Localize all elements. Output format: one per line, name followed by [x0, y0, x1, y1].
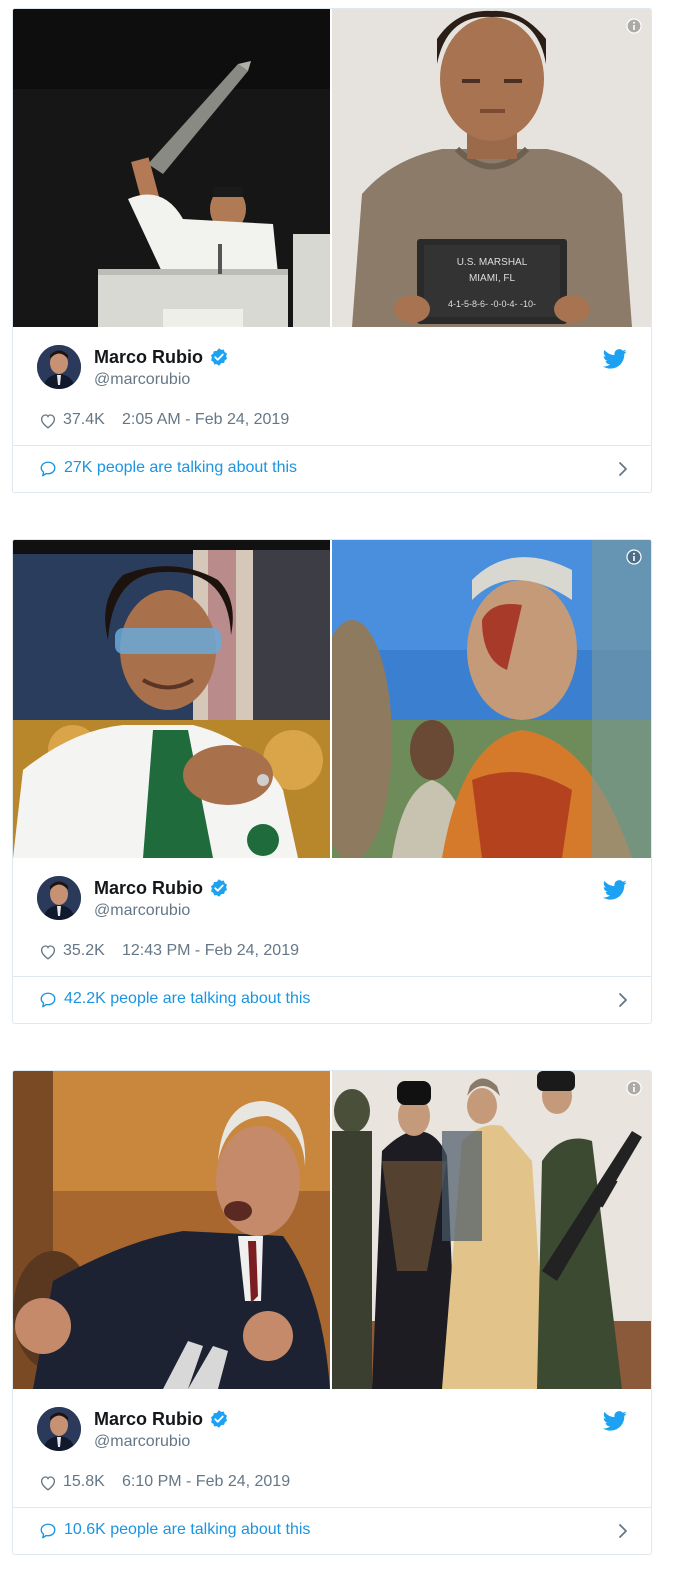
- photo-arrest-scene[interactable]: [332, 1071, 651, 1389]
- divider: [13, 976, 651, 977]
- speech-bubble-icon: [40, 992, 56, 1008]
- mugshot-sign-line1: U.S. MARSHAL: [457, 257, 528, 268]
- chevron-right-icon[interactable]: [617, 461, 629, 477]
- verified-badge-icon: [211, 1410, 228, 1428]
- avatar[interactable]: [37, 1407, 81, 1451]
- twitter-bird-icon[interactable]: [603, 880, 627, 900]
- divider: [13, 1507, 651, 1508]
- photo-crowd-scene[interactable]: [332, 540, 651, 858]
- verified-badge-icon: [211, 348, 228, 366]
- like-count[interactable]: 15.8K: [63, 1473, 105, 1491]
- speech-bubble-icon: [40, 1523, 56, 1539]
- conversation-link[interactable]: 10.6K people are talking about this: [39, 1519, 629, 1543]
- tweet-card[interactable]: U.S. MARSHAL MIAMI, FL 4-1-5-8-6- -0-0-4…: [12, 8, 652, 493]
- tweet-author[interactable]: Marco Rubio @marcorubio: [37, 1407, 627, 1453]
- chevron-right-icon[interactable]: [617, 1523, 629, 1539]
- tweet-timestamp[interactable]: 2:05 AM - Feb 24, 2019: [122, 411, 289, 429]
- tweet-media[interactable]: [13, 540, 651, 858]
- tweet-timestamp[interactable]: 6:10 PM - Feb 24, 2019: [122, 1473, 290, 1491]
- photo-man-with-machete[interactable]: [13, 9, 330, 327]
- author-name-text[interactable]: Marco Rubio: [94, 1409, 203, 1429]
- photo-mugshot[interactable]: U.S. MARSHAL MIAMI, FL 4-1-5-8-6- -0-0-4…: [332, 9, 651, 327]
- speech-bubble-icon: [40, 461, 56, 477]
- heart-icon[interactable]: [39, 1474, 57, 1492]
- chevron-right-icon[interactable]: [617, 992, 629, 1008]
- mugshot-sign-line2: MIAMI, FL: [469, 273, 516, 284]
- info-icon[interactable]: [626, 1080, 642, 1096]
- twitter-bird-icon[interactable]: [603, 349, 627, 369]
- mugshot-sign-line3: 4-1-5-8-6- -0-0-4- -10-: [448, 299, 536, 309]
- media-separator: [330, 1071, 332, 1389]
- like-count[interactable]: 35.2K: [63, 942, 105, 960]
- heart-icon[interactable]: [39, 943, 57, 961]
- photo-man-in-white-suit[interactable]: [13, 540, 330, 858]
- twitter-bird-icon[interactable]: [603, 1411, 627, 1431]
- author-name-text[interactable]: Marco Rubio: [94, 878, 203, 898]
- like-count[interactable]: 37.4K: [63, 411, 105, 429]
- tweet-media[interactable]: U.S. MARSHAL MIAMI, FL 4-1-5-8-6- -0-0-4…: [13, 9, 651, 327]
- author-name[interactable]: Marco Rubio: [94, 878, 229, 899]
- tweet-card[interactable]: Marco Rubio @marcorubio 15.8K 6:10 PM - …: [12, 1070, 652, 1555]
- media-separator: [330, 9, 332, 327]
- author-handle[interactable]: @marcorubio: [94, 371, 190, 389]
- author-handle[interactable]: @marcorubio: [94, 1433, 190, 1451]
- author-name[interactable]: Marco Rubio: [94, 1409, 229, 1430]
- talking-about-text[interactable]: 42.2K people are talking about this: [64, 990, 310, 1008]
- tweet-card[interactable]: Marco Rubio @marcorubio 35.2K 12:43 PM -…: [12, 539, 652, 1024]
- heart-icon[interactable]: [39, 412, 57, 430]
- talking-about-text[interactable]: 10.6K people are talking about this: [64, 1521, 310, 1539]
- tweet-author[interactable]: Marco Rubio @marcorubio: [37, 345, 627, 391]
- photo-man-speaking[interactable]: [13, 1071, 330, 1389]
- info-icon[interactable]: [626, 549, 642, 565]
- conversation-link[interactable]: 27K people are talking about this: [39, 457, 629, 481]
- author-name-text[interactable]: Marco Rubio: [94, 347, 203, 367]
- media-separator: [330, 540, 332, 858]
- divider: [13, 445, 651, 446]
- avatar[interactable]: [37, 876, 81, 920]
- tweet-author[interactable]: Marco Rubio @marcorubio: [37, 876, 627, 922]
- tweet-timestamp[interactable]: 12:43 PM - Feb 24, 2019: [122, 942, 299, 960]
- avatar[interactable]: [37, 345, 81, 389]
- info-icon[interactable]: [626, 18, 642, 34]
- conversation-link[interactable]: 42.2K people are talking about this: [39, 988, 629, 1012]
- talking-about-text[interactable]: 27K people are talking about this: [64, 459, 297, 477]
- author-handle[interactable]: @marcorubio: [94, 902, 190, 920]
- author-name[interactable]: Marco Rubio: [94, 347, 229, 368]
- verified-badge-icon: [211, 879, 228, 897]
- tweet-media[interactable]: [13, 1071, 651, 1389]
